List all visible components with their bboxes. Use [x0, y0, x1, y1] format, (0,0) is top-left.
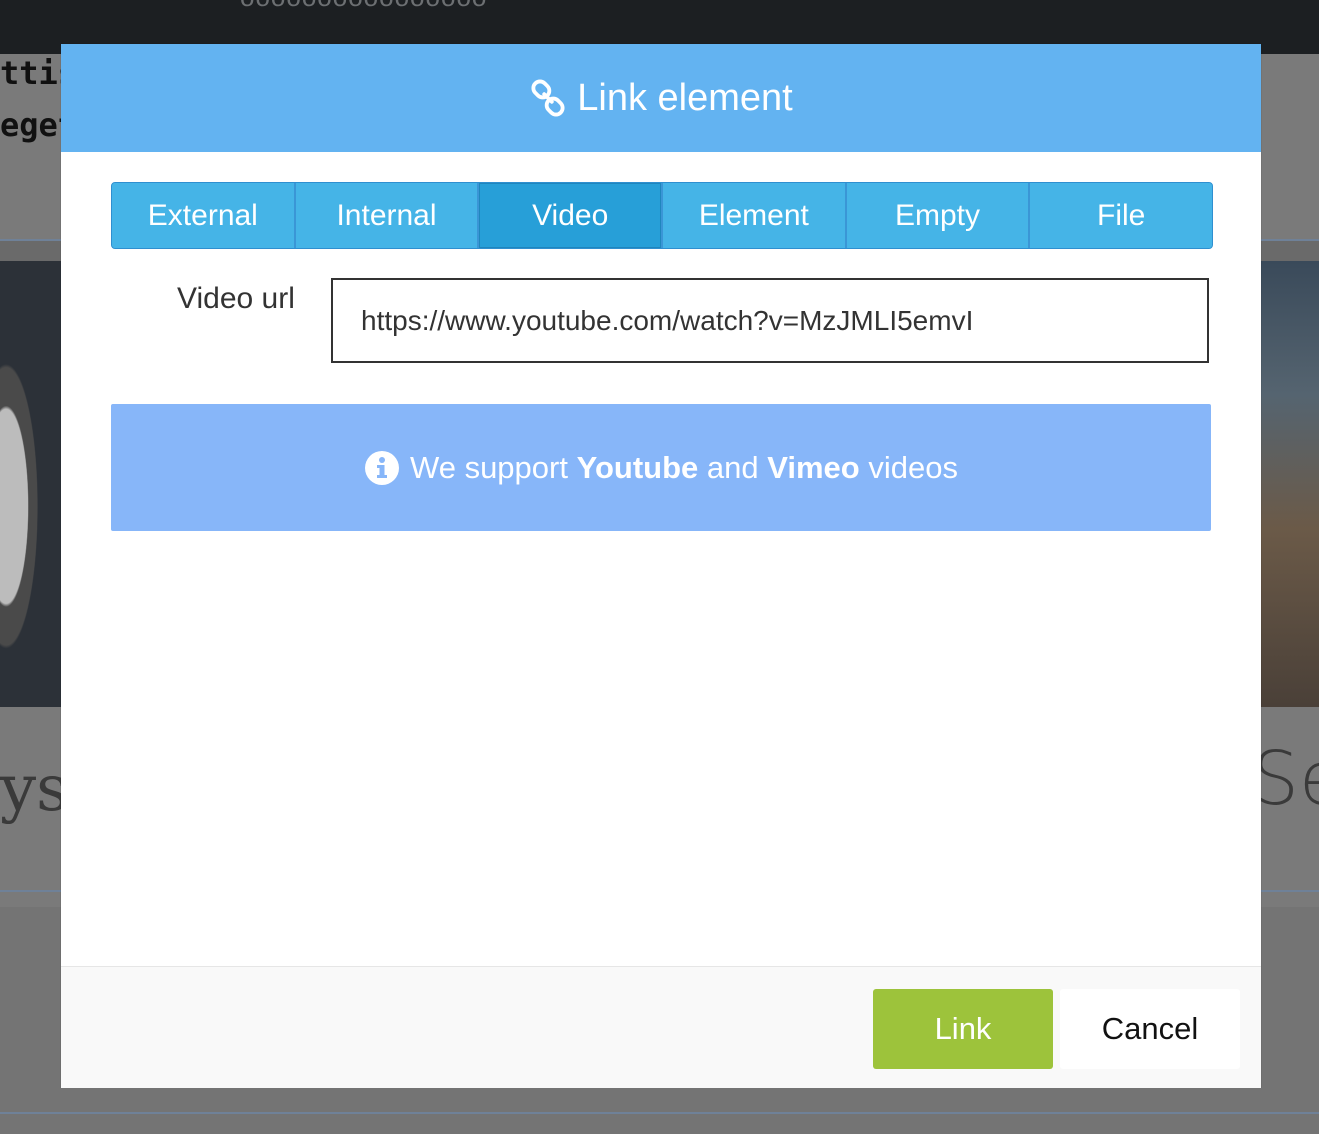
link-button[interactable]: Link: [873, 989, 1053, 1069]
background-heading-right: Se: [1252, 736, 1319, 822]
video-url-label: Video url: [177, 282, 295, 315]
info-brand-youtube: Youtube: [576, 449, 699, 485]
chain-link-icon: [531, 79, 565, 117]
link-type-tabs: External Internal Video Element Empty Fi…: [111, 182, 1213, 249]
modal-title-group: Link element: [529, 76, 793, 120]
tab-internal[interactable]: Internal: [295, 183, 480, 248]
link-element-modal: Link element External Internal Video Ele…: [61, 44, 1261, 1088]
tab-external[interactable]: External: [112, 183, 296, 248]
info-suffix: videos: [868, 449, 958, 485]
video-url-input[interactable]: [331, 278, 1209, 363]
info-text: We support Youtube and Vimeo videos: [410, 450, 958, 486]
cancel-button[interactable]: Cancel: [1060, 989, 1240, 1069]
modal-title: Link element: [577, 76, 793, 119]
background-topbar-text: oooooooooooooooo: [240, 0, 487, 13]
background-food-image: [0, 261, 61, 707]
tab-element[interactable]: Element: [663, 183, 847, 248]
info-prefix: We support: [410, 449, 568, 485]
info-conjunction: and: [706, 449, 759, 485]
background-heading-left: ys: [0, 752, 69, 826]
info-brand-vimeo: Vimeo: [767, 449, 860, 485]
info-message: We support Youtube and Vimeo videos: [111, 404, 1211, 531]
background-harbor-image: [1261, 261, 1319, 707]
tab-empty[interactable]: Empty: [846, 183, 1031, 248]
modal-footer: Link Cancel: [61, 966, 1261, 1088]
modal-header: Link element: [61, 44, 1261, 152]
info-circle-icon: [365, 450, 400, 485]
tab-file[interactable]: File: [1030, 183, 1212, 248]
tab-video[interactable]: Video: [479, 183, 664, 248]
background-divider: [0, 1112, 1319, 1114]
